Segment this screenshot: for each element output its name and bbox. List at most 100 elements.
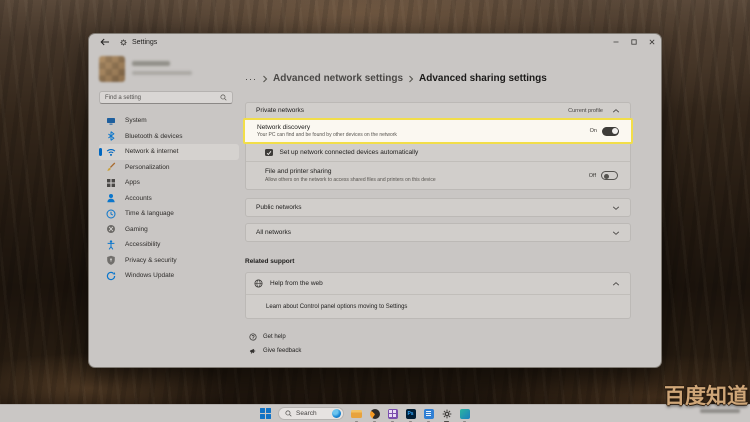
- sidebar-item-gaming[interactable]: Gaming: [99, 222, 239, 238]
- setup-devices-checkbox[interactable]: [265, 149, 273, 157]
- avatar: [99, 56, 125, 82]
- gaming-icon: [106, 224, 116, 234]
- taskbar-search[interactable]: Search: [278, 407, 344, 420]
- accessibility-icon: [106, 240, 116, 250]
- network-discovery-title: Network discovery: [257, 124, 397, 131]
- breadcrumb-parent-link[interactable]: Advanced network settings: [273, 73, 403, 84]
- current-profile-badge: Current profile: [568, 108, 603, 114]
- document-app-icon[interactable]: [423, 408, 434, 419]
- sidebar-item-label: Network & internet: [125, 148, 178, 155]
- privacy-security-icon: [106, 255, 116, 265]
- apps-icon: [106, 178, 116, 188]
- sidebar-item-time-language[interactable]: Time & language: [99, 206, 239, 222]
- network-discovery-state-label: On: [590, 128, 597, 134]
- sidebar-item-label: Windows Update: [125, 272, 174, 279]
- system-icon: [106, 116, 116, 126]
- sidebar-item-network-internet[interactable]: Network & internet: [99, 144, 239, 160]
- photoshop-icon[interactable]: Ps: [405, 408, 416, 419]
- search-icon: [220, 94, 227, 101]
- sidebar-item-label: System: [125, 117, 147, 124]
- help-from-web-header[interactable]: Help from the web: [246, 273, 630, 294]
- settings-window: Settings Find a setting SystemBluet: [88, 33, 662, 368]
- window-title: Settings: [132, 39, 157, 46]
- network-discovery-row-highlighted: Network discovery Your PC can find and b…: [243, 118, 633, 144]
- personalization-icon: [106, 162, 116, 172]
- close-button[interactable]: [643, 35, 661, 49]
- network-icon: [106, 147, 116, 157]
- windows-update-icon: [106, 271, 116, 281]
- office-app-icon[interactable]: [387, 408, 398, 419]
- bluetooth-icon: [106, 131, 116, 141]
- accounts-icon: [106, 193, 116, 203]
- feedback-icon: [249, 347, 257, 355]
- sidebar-nav: System Bluetooth & devices Network & inter…: [99, 113, 245, 284]
- chevron-down-icon: [612, 230, 620, 236]
- browser-icon[interactable]: [369, 408, 380, 419]
- page-title: Advanced sharing settings: [419, 73, 547, 84]
- public-networks-expander[interactable]: Public networks: [245, 198, 631, 217]
- network-discovery-toggle[interactable]: [602, 127, 619, 136]
- settings-taskbar-icon[interactable]: [441, 408, 452, 419]
- search-icon: [285, 410, 292, 417]
- file-printer-sharing-state-label: Off: [589, 173, 596, 179]
- chevron-down-icon: [612, 205, 620, 211]
- media-app-icon[interactable]: [459, 408, 470, 419]
- chevron-right-icon: [408, 75, 414, 83]
- sidebar-item-label: Apps: [125, 179, 140, 186]
- sidebar-item-accessibility[interactable]: Accessibility: [99, 237, 239, 253]
- sidebar-item-label: Accessibility: [125, 241, 160, 248]
- network-discovery-description: Your PC can find and be found by other d…: [257, 132, 397, 138]
- back-button[interactable]: [100, 37, 112, 47]
- start-button[interactable]: [260, 408, 271, 419]
- related-support-heading: Related support: [245, 258, 631, 265]
- taskbar-clock-blurred: [700, 409, 740, 413]
- search-placeholder: Find a setting: [105, 95, 141, 101]
- private-networks-header[interactable]: Private networks Current profile: [246, 103, 630, 118]
- globe-icon: [254, 279, 263, 288]
- titlebar: Settings: [89, 34, 661, 50]
- file-printer-sharing-title: File and printer sharing: [265, 168, 436, 175]
- control-panel-link[interactable]: Learn about Control panel options moving…: [246, 294, 630, 318]
- watermark: 百度知道: [664, 386, 748, 407]
- gear-icon: [442, 409, 452, 419]
- sidebar-item-system[interactable]: System: [99, 113, 239, 129]
- breadcrumb: ··· Advanced network settings Advanced s…: [245, 72, 631, 85]
- related-support-card: Help from the web Learn about Control pa…: [245, 272, 631, 319]
- check-icon: [266, 150, 272, 156]
- get-help-link[interactable]: Get help: [245, 332, 631, 341]
- private-networks-card: Private networks Current profile Network…: [245, 102, 631, 190]
- sidebar-item-privacy-security[interactable]: Privacy & security: [99, 253, 239, 269]
- chevron-up-icon: [612, 108, 620, 114]
- sidebar-item-personalization[interactable]: Personalization: [99, 160, 239, 176]
- search-input[interactable]: Find a setting: [99, 91, 233, 104]
- sidebar-item-windows-update[interactable]: Windows Update: [99, 268, 239, 284]
- file-printer-sharing-toggle[interactable]: [601, 171, 618, 180]
- sidebar-item-label: Time & language: [125, 210, 174, 217]
- setup-devices-label: Set up network connected devices automat…: [280, 149, 419, 156]
- chevron-up-icon: [612, 281, 620, 287]
- file-printer-sharing-row: File and printer sharing Allow others on…: [246, 161, 630, 189]
- sidebar-item-label: Bluetooth & devices: [125, 133, 182, 140]
- main-content: ··· Advanced network settings Advanced s…: [245, 50, 661, 367]
- get-help-icon: [249, 333, 257, 341]
- taskbar-search-label: Search: [296, 410, 317, 417]
- search-highlights-icon: [332, 409, 341, 418]
- sidebar-item-label: Personalization: [125, 164, 169, 171]
- maximize-button[interactable]: [625, 35, 643, 49]
- breadcrumb-overflow-button[interactable]: ···: [245, 74, 257, 84]
- sidebar-item-label: Gaming: [125, 226, 148, 233]
- sidebar-item-bluetooth-devices[interactable]: Bluetooth & devices: [99, 129, 239, 145]
- user-name-blurred: [132, 61, 170, 66]
- sidebar-item-accounts[interactable]: Accounts: [99, 191, 239, 207]
- minimize-button[interactable]: [607, 35, 625, 49]
- sidebar: Find a setting System Bluetooth & devices…: [89, 50, 245, 367]
- give-feedback-link[interactable]: Give feedback: [245, 346, 631, 355]
- settings-gear-icon: [120, 33, 127, 51]
- taskbar: Search Ps: [0, 404, 750, 422]
- user-email-blurred: [132, 71, 192, 75]
- file-explorer-icon[interactable]: [351, 408, 362, 419]
- all-networks-expander[interactable]: All networks: [245, 223, 631, 242]
- sidebar-item-apps[interactable]: Apps: [99, 175, 239, 191]
- setup-devices-row: Set up network connected devices automat…: [246, 144, 630, 161]
- user-profile[interactable]: [99, 56, 245, 82]
